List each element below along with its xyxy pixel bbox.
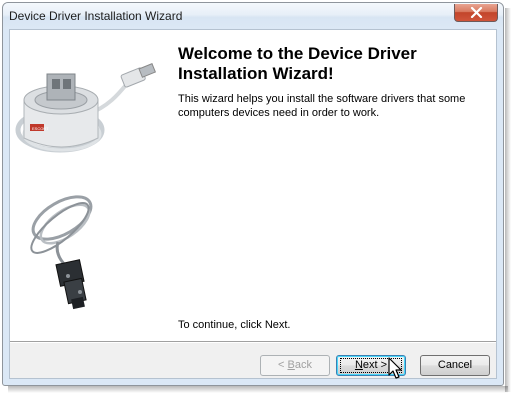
wizard-window: Device Driver Installation Wizard ESCORT… [2, 2, 504, 386]
usb-cradle-image: ESCORT [15, 63, 157, 153]
window-shadow-bottom [8, 386, 508, 393]
title-bar[interactable]: Device Driver Installation Wizard [3, 3, 503, 29]
wizard-description: This wizard helps you install the softwa… [178, 93, 466, 119]
close-icon [470, 7, 483, 18]
window-shadow-right [505, 8, 511, 392]
close-button[interactable] [454, 4, 498, 22]
continue-instruction: To continue, click Next. [178, 319, 291, 331]
svg-text:ESCORT: ESCORT [32, 126, 49, 131]
back-button-label-pre: < [278, 359, 288, 371]
cancel-button[interactable]: Cancel [420, 355, 490, 376]
device-images: ESCORT [15, 63, 157, 310]
back-button-label-post: ack [294, 359, 312, 371]
wizard-heading: Welcome to the Device Driver Installatio… [178, 44, 417, 83]
serial-cable-image [30, 195, 93, 310]
next-button-mnemonic: N [354, 359, 363, 371]
wizard-client-area: ESCORT Welcome to the Device Driver Inst… [9, 29, 497, 379]
back-button[interactable]: < Back [260, 355, 330, 376]
button-separator [10, 341, 496, 343]
back-button-mnemonic: B [287, 359, 295, 371]
window-title: Device Driver Installation Wizard [9, 9, 183, 23]
wizard-content-panel: ESCORT Welcome to the Device Driver Inst… [10, 30, 496, 341]
mouse-pointer-icon [388, 357, 402, 379]
next-button-label-post: ext > [362, 359, 388, 371]
